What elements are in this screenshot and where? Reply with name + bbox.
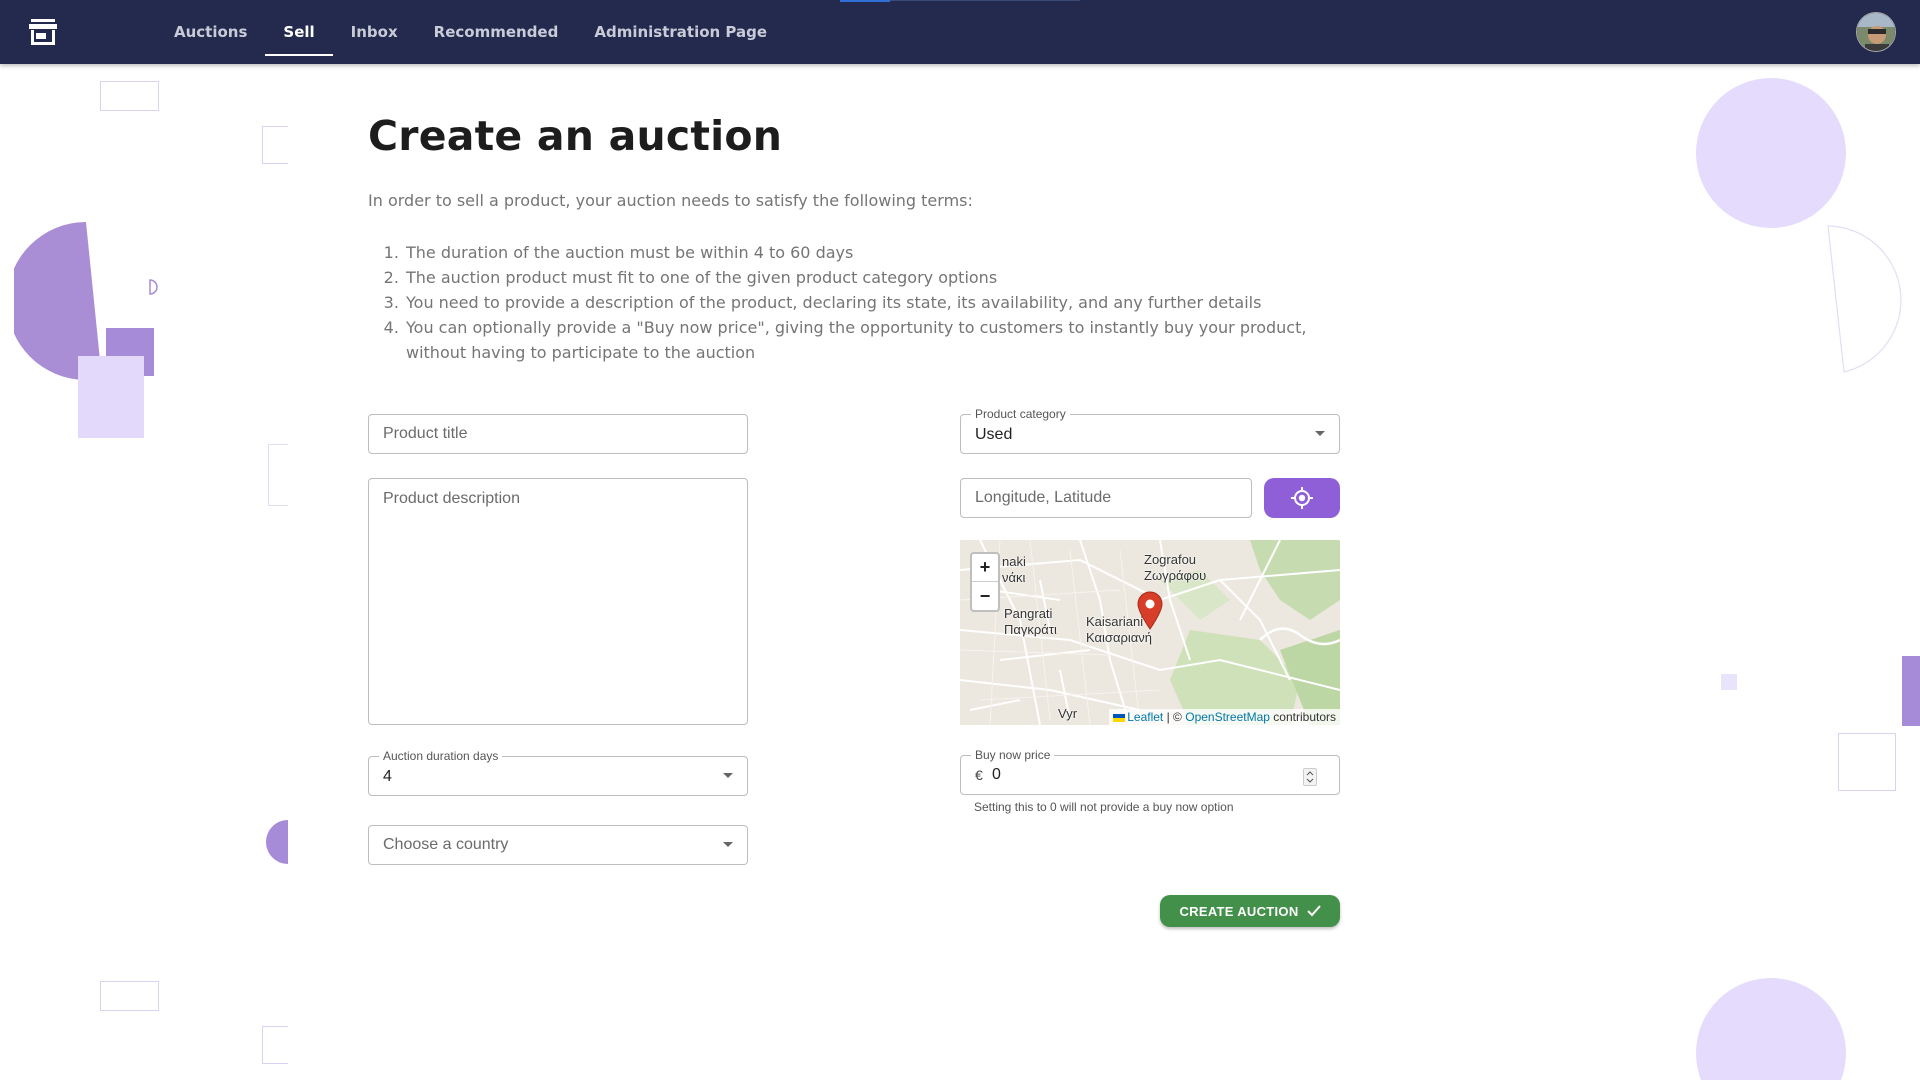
location-map[interactable]: + − naki νάκι Zografou Ζωγράφου Pangrati…	[960, 540, 1340, 725]
locate-me-button[interactable]	[1264, 478, 1340, 518]
chevron-down-icon	[723, 773, 733, 778]
location-input[interactable]: Longitude, Latitude	[960, 478, 1252, 518]
product-category-value: Used	[975, 426, 1013, 443]
map-marker-icon[interactable]	[1136, 590, 1164, 630]
openstreetmap-link[interactable]: OpenStreetMap	[1185, 710, 1270, 724]
decor-circle	[1696, 78, 1846, 228]
zoom-in-button[interactable]: +	[972, 554, 998, 582]
main-navigation: Auctions Sell Inbox Recommended Administ…	[156, 0, 785, 64]
decor-bracket	[268, 444, 288, 506]
terms-list: The duration of the auction must be with…	[404, 240, 1344, 365]
buy-now-price-value: 0	[992, 766, 1001, 783]
decor-square-light	[78, 356, 144, 438]
country-placeholder: Choose a country	[383, 836, 509, 853]
decor-rectangle	[100, 981, 159, 1011]
chevron-down-icon	[723, 842, 733, 847]
loading-indicator	[840, 0, 890, 2]
auction-duration-select[interactable]: Auction duration days 4	[368, 749, 748, 796]
decor-circle	[1696, 978, 1846, 1080]
buy-now-price-input[interactable]: Buy now price € 0	[960, 748, 1340, 795]
map-place-label: Zografou Ζωγράφου	[1144, 552, 1207, 583]
store-icon[interactable]	[28, 18, 58, 46]
checkmark-icon	[1306, 905, 1321, 917]
decor-bracket	[262, 1026, 288, 1064]
create-auction-label: CREATE AUCTION	[1179, 903, 1299, 919]
map-place-label: naki νάκι	[1002, 554, 1026, 585]
tab-sell[interactable]: Sell	[265, 0, 333, 64]
buy-now-helper-text: Setting this to 0 will not provide a buy…	[974, 800, 1234, 814]
product-description-textarea[interactable]: Product description	[368, 478, 748, 725]
product-category-label: Product category	[971, 407, 1070, 421]
decor-half-circle	[266, 820, 288, 864]
product-category-select[interactable]: Product category Used	[960, 407, 1340, 454]
term-item: You need to provide a description of the…	[404, 290, 1344, 315]
term-item: You can optionally provide a "Buy now pr…	[404, 315, 1344, 365]
user-avatar[interactable]	[1856, 12, 1896, 52]
zoom-out-button[interactable]: −	[972, 582, 998, 610]
buy-now-price-label: Buy now price	[971, 748, 1055, 762]
top-app-bar: Auctions Sell Inbox Recommended Administ…	[0, 0, 1920, 64]
decor-square-small	[1721, 674, 1737, 690]
country-select[interactable]: Choose a country	[368, 825, 748, 865]
page-title: Create an auction	[368, 112, 783, 160]
ukraine-flag-icon	[1113, 713, 1126, 722]
product-title-input[interactable]: Product title	[368, 414, 748, 454]
decor-bracket	[262, 126, 288, 164]
decor-rectangle	[100, 81, 159, 111]
tab-auctions[interactable]: Auctions	[156, 0, 265, 64]
leaflet-link[interactable]: Leaflet	[1127, 710, 1163, 724]
term-item: The duration of the auction must be with…	[404, 240, 1344, 265]
tab-administration-page[interactable]: Administration Page	[576, 0, 785, 64]
map-attribution: Leaflet | © OpenStreetMap contributors	[1109, 709, 1340, 725]
currency-symbol: €	[975, 767, 983, 783]
number-stepper[interactable]	[1303, 768, 1317, 786]
crosshair-icon	[1291, 487, 1313, 509]
map-zoom-control: + −	[970, 552, 1000, 612]
tab-recommended[interactable]: Recommended	[416, 0, 577, 64]
product-title-placeholder: Product title	[383, 425, 468, 442]
term-item: The auction product must fit to one of t…	[404, 265, 1344, 290]
auction-duration-value: 4	[383, 768, 392, 785]
intro-text: In order to sell a product, your auction…	[368, 191, 973, 210]
create-auction-button[interactable]: CREATE AUCTION	[1160, 895, 1340, 927]
decor-square-outline	[1838, 733, 1896, 791]
loading-track	[890, 0, 1080, 1]
product-description-placeholder: Product description	[383, 490, 520, 507]
auction-duration-label: Auction duration days	[379, 749, 503, 763]
map-place-label: Pangrati Παγκράτι	[1004, 606, 1057, 637]
map-place-label: Vyr	[1058, 706, 1078, 721]
decor-half-ring	[149, 279, 158, 295]
decor-bar	[1902, 656, 1920, 726]
chevron-down-icon	[1315, 431, 1325, 436]
location-placeholder: Longitude, Latitude	[975, 489, 1112, 506]
decor-half-circle-outline	[1827, 225, 1902, 373]
tab-inbox[interactable]: Inbox	[333, 0, 416, 64]
